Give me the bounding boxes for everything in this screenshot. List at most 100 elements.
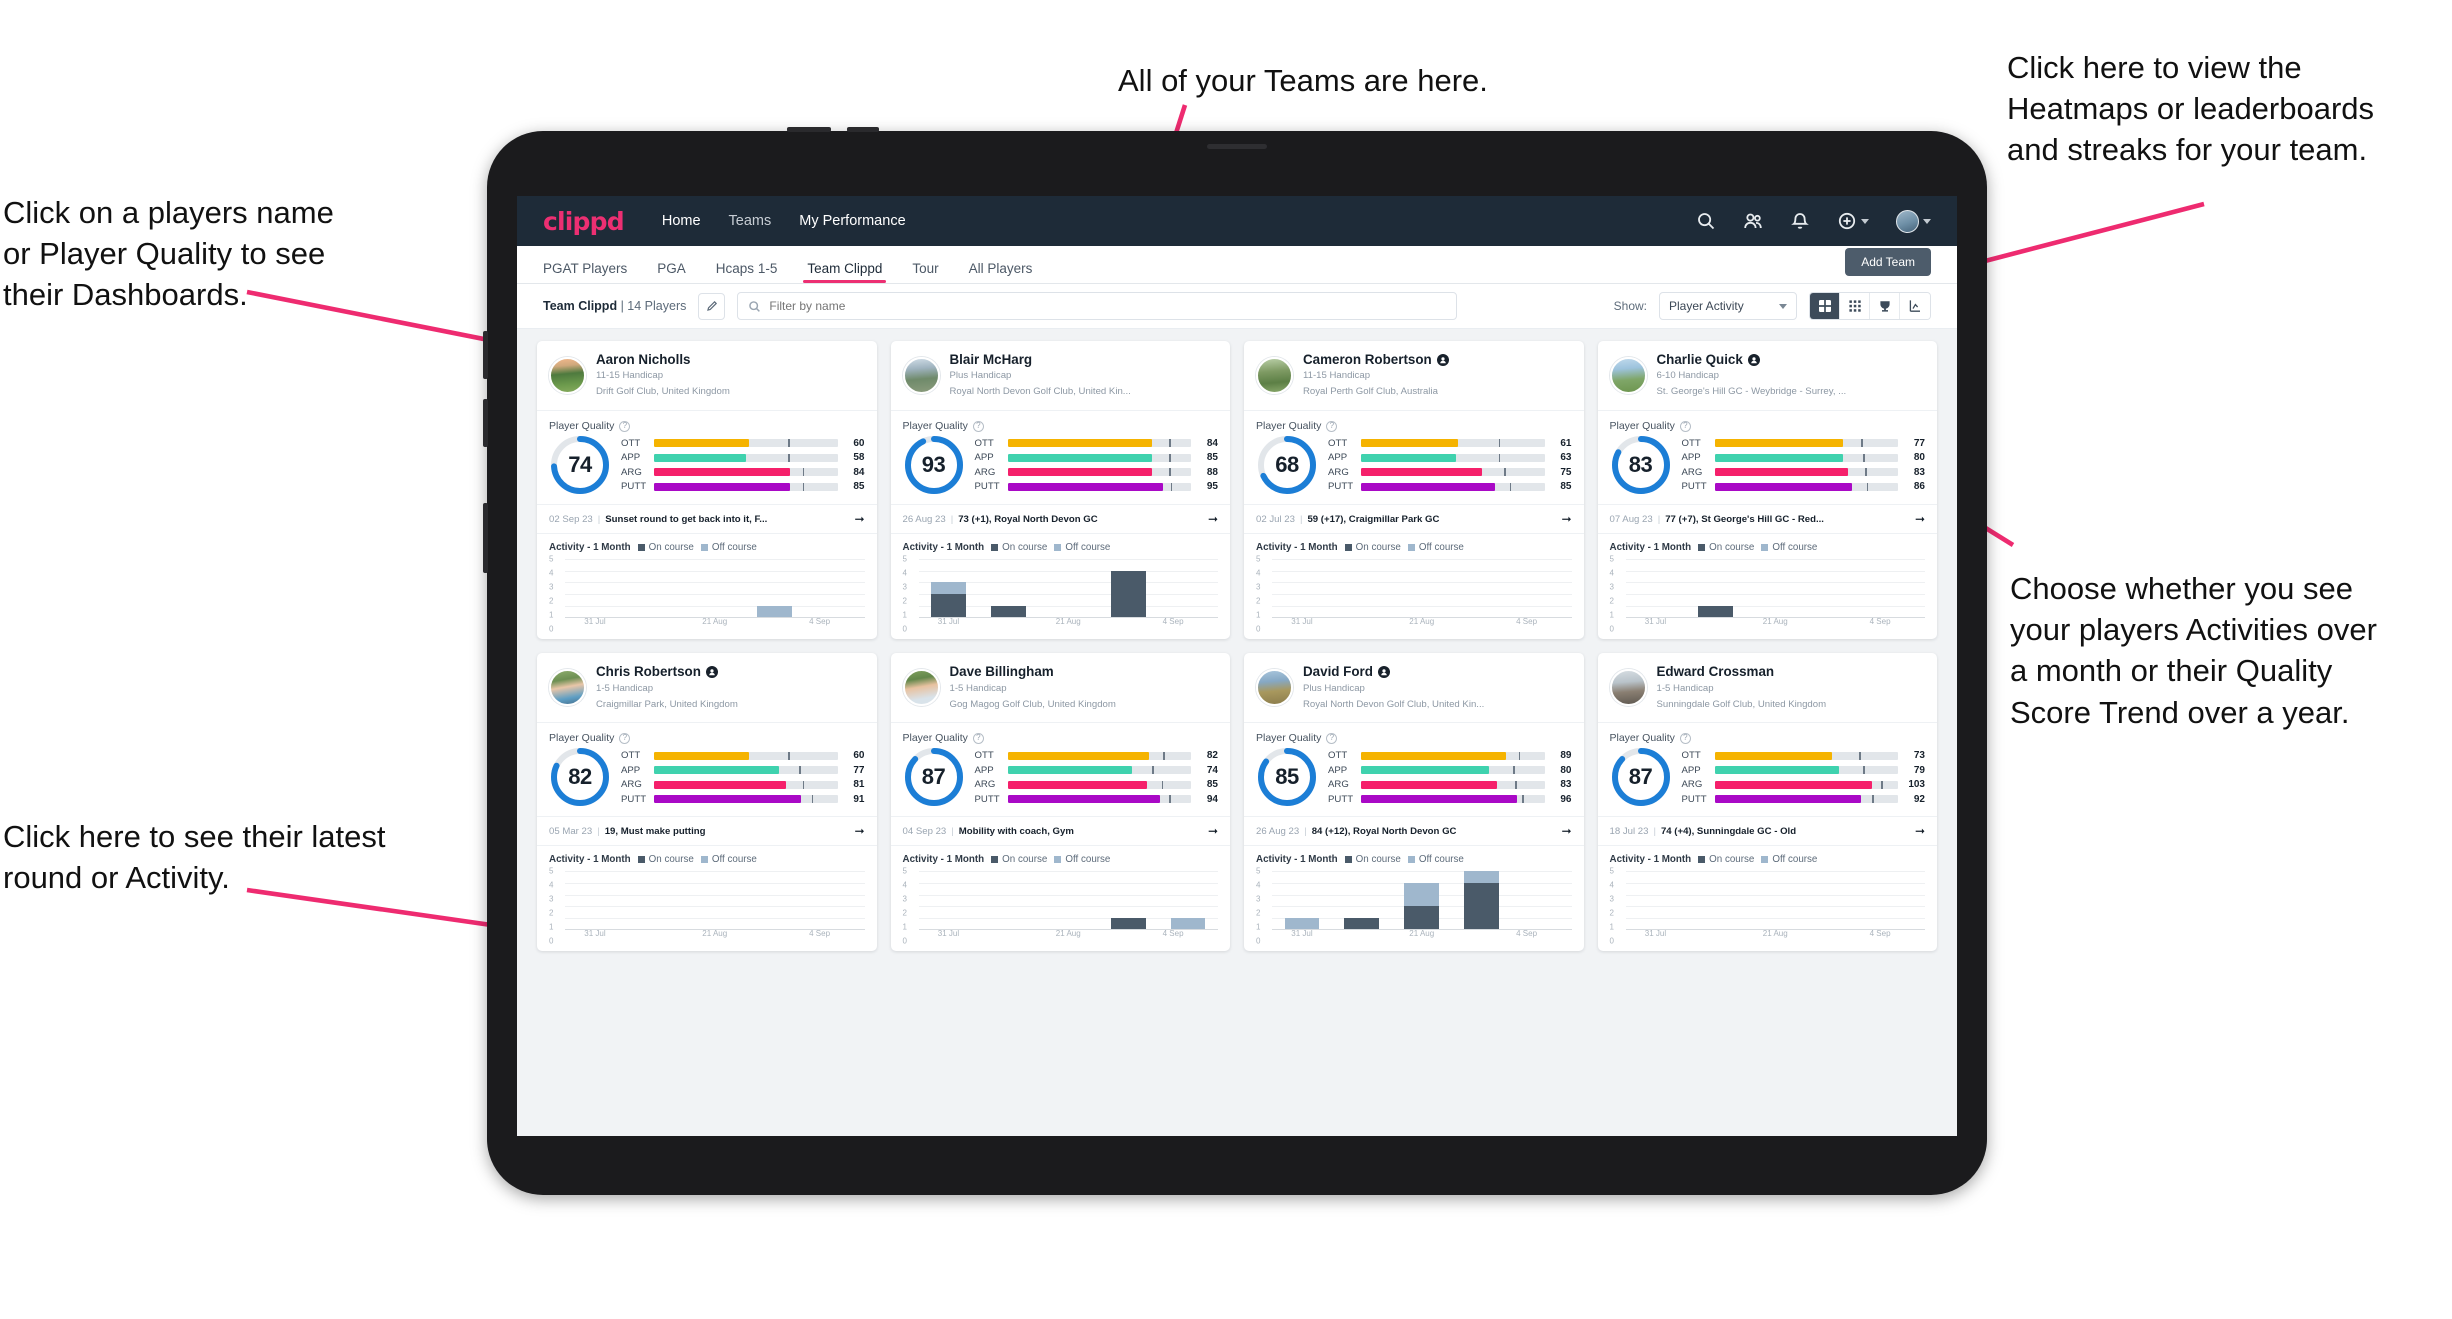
- latest-round-row[interactable]: 07 Aug 23 | 77 (+7), St George's Hill GC -…: [1597, 504, 1937, 535]
- search-input[interactable]: [769, 299, 1447, 313]
- arrow-right-icon[interactable]: ➞: [1202, 824, 1218, 838]
- latest-round-row[interactable]: 05 Mar 23 | 19, Must make putting ➞: [537, 816, 877, 847]
- activity-chart-section[interactable]: Activity - 1 Month On course Off course 5 4 3…: [537, 534, 877, 639]
- player-card[interactable]: David Ford Plus Handicap Royal North Devon…: [1244, 653, 1584, 952]
- player-quality-section[interactable]: Player Quality? 85 OTT 89 APP 80 ARG 83 PUTT 96: [1244, 723, 1584, 816]
- avatar[interactable]: [1896, 209, 1919, 233]
- player-card[interactable]: Aaron Nicholls 11-15 Handicap Drift Golf C…: [537, 341, 877, 640]
- player-name[interactable]: Dave Billingham: [950, 664, 1116, 679]
- player-quality-section[interactable]: Player Quality? 83 OTT 77 APP 80 ARG 83 PUTT 86: [1598, 411, 1938, 504]
- player-name[interactable]: Chris Robertson: [596, 664, 738, 679]
- player-name[interactable]: Blair McHarg: [950, 352, 1131, 367]
- player-card[interactable]: Charlie Quick 6-10 Handicap St. George's H…: [1597, 341, 1938, 640]
- arrow-right-icon[interactable]: ➞: [1909, 824, 1925, 838]
- player-quality-section[interactable]: Player Quality? 68 OTT 61 APP 63 ARG 75 PUTT 85: [1244, 411, 1584, 504]
- tab-all-players[interactable]: All Players: [969, 261, 1033, 283]
- latest-round-row[interactable]: 26 Aug 23 | 84 (+12), Royal North Devon GC…: [1244, 816, 1584, 847]
- tab-team-clippd[interactable]: Team Clippd: [803, 261, 887, 283]
- player-quality-section[interactable]: Player Quality? 87 OTT 82 APP 74 ARG 85 PUTT 94: [891, 723, 1231, 816]
- player-card-header[interactable]: Charlie Quick 6-10 Handicap St. George's H…: [1597, 341, 1937, 412]
- latest-round-row[interactable]: 02 Sep 23 | Sunset round to get back into …: [537, 504, 877, 535]
- search-field[interactable]: [737, 292, 1458, 320]
- arrow-right-icon[interactable]: ➞: [848, 512, 864, 526]
- help-icon[interactable]: ?: [972, 420, 984, 432]
- player-card-header[interactable]: Chris Robertson 1-5 Handicap Craigmillar P…: [537, 653, 877, 724]
- tab-pgat-players[interactable]: PGAT Players: [543, 261, 627, 283]
- player-card-header[interactable]: Aaron Nicholls 11-15 Handicap Drift Golf C…: [537, 341, 877, 412]
- arrow-right-icon[interactable]: ➞: [1202, 512, 1218, 526]
- nav-link-teams[interactable]: Teams: [729, 213, 772, 229]
- player-card[interactable]: Chris Robertson 1-5 Handicap Craigmillar P…: [537, 653, 877, 952]
- player-card-header[interactable]: Edward Crossman 1-5 Handicap Sunningdale G…: [1597, 653, 1937, 724]
- arrow-right-icon[interactable]: ➞: [848, 824, 864, 838]
- tab-pga[interactable]: PGA: [657, 261, 686, 283]
- activity-chart-section[interactable]: Activity - 1 Month On course Off course 5 4 3…: [891, 534, 1231, 639]
- player-card-header[interactable]: Blair McHarg Plus Handicap Royal North Dev…: [890, 341, 1230, 412]
- edit-team-button[interactable]: [698, 292, 726, 320]
- chevron-down-icon[interactable]: [1861, 218, 1869, 224]
- add-menu[interactable]: [1837, 211, 1869, 231]
- activity-chart-section[interactable]: Activity - 1 Month On course Off course 5 4 3…: [1598, 534, 1938, 639]
- user-menu[interactable]: [1896, 209, 1931, 233]
- latest-round-row[interactable]: 26 Aug 23 | 73 (+1), Royal North Devon GC ➞: [890, 504, 1230, 535]
- nav-link-my-performance[interactable]: My Performance: [799, 213, 905, 229]
- avatar[interactable]: [902, 669, 940, 707]
- help-icon[interactable]: ?: [972, 732, 984, 744]
- arrow-right-icon[interactable]: ➞: [1555, 512, 1571, 526]
- player-name[interactable]: Aaron Nicholls: [596, 352, 730, 367]
- nav-link-home[interactable]: Home: [662, 213, 701, 229]
- player-quality-section[interactable]: Player Quality? 87 OTT 73 APP 79 ARG 103 PUTT 92: [1598, 723, 1938, 816]
- search-icon[interactable]: [1696, 211, 1716, 231]
- volume-down-button[interactable]: [483, 399, 488, 447]
- player-card[interactable]: Dave Billingham 1-5 Handicap Gog Magog Gol…: [890, 653, 1231, 952]
- player-quality-section[interactable]: Player Quality? 82 OTT 60 APP 77 ARG 81 PUTT 91: [537, 723, 877, 816]
- people-icon[interactable]: [1743, 211, 1763, 231]
- player-name[interactable]: David Ford: [1303, 664, 1484, 679]
- player-quality-section[interactable]: Player Quality? 93 OTT 84 APP 85 ARG 88 PUTT 95: [891, 411, 1231, 504]
- latest-round-row[interactable]: 02 Jul 23 | 59 (+17), Craigmillar Park GC ➞: [1244, 504, 1584, 535]
- bell-icon[interactable]: [1790, 211, 1810, 231]
- player-name[interactable]: Charlie Quick: [1657, 352, 1847, 367]
- player-card-header[interactable]: Cameron Robertson 11-15 Handicap Royal Per…: [1244, 341, 1584, 412]
- latest-round-row[interactable]: 04 Sep 23 | Mobility with coach, Gym ➞: [890, 816, 1230, 847]
- chevron-down-icon[interactable]: [1923, 218, 1931, 224]
- player-name[interactable]: Edward Crossman: [1657, 664, 1827, 679]
- view-chart-button[interactable]: [1900, 293, 1930, 319]
- avatar[interactable]: [1256, 669, 1293, 707]
- avatar[interactable]: [1609, 669, 1647, 707]
- avatar[interactable]: [1256, 357, 1293, 395]
- tab-tour[interactable]: Tour: [912, 261, 938, 283]
- help-icon[interactable]: ?: [619, 420, 631, 432]
- avatar[interactable]: [902, 357, 940, 395]
- player-card-header[interactable]: Dave Billingham 1-5 Handicap Gog Magog Gol…: [890, 653, 1230, 724]
- player-quality-section[interactable]: Player Quality? 74 OTT 60 APP 58 ARG 84 PUTT 85: [537, 411, 877, 504]
- help-icon[interactable]: ?: [1679, 420, 1691, 432]
- activity-chart-section[interactable]: Activity - 1 Month On course Off course 5 4 3…: [1244, 846, 1584, 951]
- add-team-button[interactable]: Add Team: [1845, 248, 1931, 276]
- help-icon[interactable]: ?: [1326, 732, 1338, 744]
- activity-chart-section[interactable]: Activity - 1 Month On course Off course 5 4 3…: [891, 846, 1231, 951]
- help-icon[interactable]: ?: [619, 732, 631, 744]
- show-select[interactable]: Player Activity: [1659, 292, 1797, 320]
- latest-round-row[interactable]: 18 Jul 23 | 74 (+4), Sunningdale GC - Old ➞: [1597, 816, 1937, 847]
- plus-circle-icon[interactable]: [1837, 211, 1857, 231]
- avatar[interactable]: [1609, 357, 1647, 395]
- avatar[interactable]: [549, 357, 586, 395]
- player-card[interactable]: Cameron Robertson 11-15 Handicap Royal Per…: [1244, 341, 1584, 640]
- tab-hcaps-1-5[interactable]: Hcaps 1-5: [716, 261, 778, 283]
- player-name[interactable]: Cameron Robertson: [1303, 352, 1449, 367]
- power-button[interactable]: [483, 503, 488, 573]
- clippd-logo[interactable]: clippd: [543, 207, 625, 236]
- view-grid-large-button[interactable]: [1810, 293, 1840, 319]
- view-grid-dots-button[interactable]: [1840, 293, 1870, 319]
- arrow-right-icon[interactable]: ➞: [1555, 824, 1571, 838]
- activity-chart-section[interactable]: Activity - 1 Month On course Off course 5 4 3…: [537, 846, 877, 951]
- arrow-right-icon[interactable]: ➞: [1909, 512, 1925, 526]
- activity-chart-section[interactable]: Activity - 1 Month On course Off course 5 4 3…: [1244, 534, 1584, 639]
- player-card[interactable]: Edward Crossman 1-5 Handicap Sunningdale G…: [1597, 653, 1938, 952]
- activity-chart-section[interactable]: Activity - 1 Month On course Off course 5 4 3…: [1598, 846, 1938, 951]
- view-trophy-button[interactable]: [1870, 293, 1900, 319]
- help-icon[interactable]: ?: [1326, 420, 1338, 432]
- help-icon[interactable]: ?: [1679, 732, 1691, 744]
- player-card-header[interactable]: David Ford Plus Handicap Royal North Devon…: [1244, 653, 1584, 724]
